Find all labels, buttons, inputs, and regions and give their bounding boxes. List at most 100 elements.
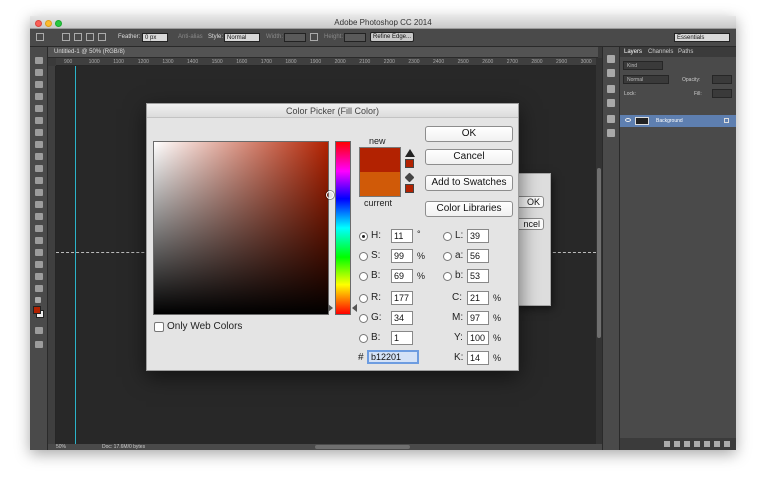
screen-mode-icon[interactable] (35, 341, 43, 348)
vertical-guide[interactable] (75, 66, 76, 444)
link-layers-icon[interactable] (664, 441, 670, 447)
red-input[interactable]: 177 (391, 291, 413, 305)
black-input[interactable]: 14 (467, 351, 489, 365)
magenta-input[interactable]: 97 (467, 311, 489, 325)
style-select[interactable]: Normal (224, 33, 260, 42)
new-selection-icon[interactable] (62, 33, 70, 41)
width-input[interactable] (284, 33, 306, 42)
saturation-input[interactable]: 99 (391, 249, 413, 263)
gradient-tool-icon[interactable] (35, 189, 43, 196)
lab-a-radio[interactable] (443, 252, 452, 261)
tab-layers[interactable]: Layers (624, 49, 642, 55)
quick-mask-icon[interactable] (35, 327, 43, 334)
actions-panel-icon[interactable] (607, 69, 615, 77)
new-layer-icon[interactable] (714, 441, 720, 447)
workspace-select[interactable]: Essentials (674, 33, 730, 42)
layer-row-background[interactable]: Background (620, 115, 736, 127)
swap-dimensions-icon[interactable] (310, 33, 318, 41)
hex-input[interactable]: b12201 (367, 350, 419, 364)
brightness-input[interactable]: 69 (391, 269, 413, 283)
lab-a-input[interactable]: 56 (467, 249, 489, 263)
pen-tool-icon[interactable] (35, 225, 43, 232)
color-libraries-button[interactable]: Color Libraries (425, 201, 513, 217)
rectangle-tool-icon[interactable] (35, 261, 43, 268)
add-to-swatches-button[interactable]: Add to Swatches (425, 175, 513, 191)
green-radio[interactable] (359, 314, 368, 323)
red-radio[interactable] (359, 294, 368, 303)
adjustment-layer-icon[interactable] (694, 441, 700, 447)
hue-slider-left-arrow-icon[interactable] (328, 304, 333, 312)
properties-panel-icon[interactable] (607, 115, 615, 123)
eyedropper-tool-icon[interactable] (35, 117, 43, 124)
lasso-tool-icon[interactable] (35, 81, 43, 88)
new-group-icon[interactable] (704, 441, 710, 447)
type-tool-icon[interactable] (35, 237, 43, 244)
cancel-button[interactable]: Cancel (425, 149, 513, 165)
lab-b-input[interactable]: 53 (467, 269, 489, 283)
eraser-tool-icon[interactable] (35, 177, 43, 184)
only-web-colors-checkbox[interactable] (154, 322, 164, 332)
vertical-scroll-thumb[interactable] (597, 168, 601, 338)
web-safe-cube-icon[interactable] (404, 172, 415, 183)
antialias-checkbox-label[interactable]: Anti-alias (178, 34, 203, 40)
default-colors-icon[interactable] (35, 297, 41, 303)
horizontal-scroll-thumb[interactable] (315, 445, 410, 449)
visibility-eye-icon[interactable] (625, 118, 631, 122)
blue-radio[interactable] (359, 334, 368, 343)
move-tool-icon[interactable] (35, 57, 43, 64)
hue-input[interactable]: 11 (391, 229, 413, 243)
hue-radio[interactable] (359, 232, 368, 241)
adjustments-panel-icon[interactable] (607, 85, 615, 93)
lock-icon[interactable] (724, 118, 729, 123)
refine-edge-button[interactable]: Refine Edge... (370, 32, 414, 42)
history-panel-icon[interactable] (607, 55, 615, 63)
filter-kind-select[interactable]: Kind (623, 61, 663, 70)
color-field[interactable] (153, 141, 334, 315)
background-dialog-cancel-button[interactable]: ncel (516, 218, 544, 230)
dodge-tool-icon[interactable] (35, 213, 43, 220)
add-selection-icon[interactable] (74, 33, 82, 41)
zoom-tool-icon[interactable] (35, 285, 43, 292)
saturation-radio[interactable] (359, 252, 368, 261)
blend-mode-select[interactable]: Normal (623, 75, 669, 84)
doc-info[interactable]: Doc: 17.6M/0 bytes (102, 444, 145, 450)
tab-channels[interactable]: Channels (648, 49, 673, 55)
green-input[interactable]: 34 (391, 311, 413, 325)
healing-brush-tool-icon[interactable] (35, 129, 43, 136)
current-color-swatch[interactable] (360, 172, 400, 196)
subtract-selection-icon[interactable] (86, 33, 94, 41)
lab-b-radio[interactable] (443, 272, 452, 281)
brush-tool-icon[interactable] (35, 141, 43, 148)
yellow-input[interactable]: 100 (467, 331, 489, 345)
foreground-color-swatch[interactable] (33, 306, 41, 314)
color-field-marker[interactable] (326, 191, 334, 199)
blur-tool-icon[interactable] (35, 201, 43, 208)
zoom-level[interactable]: 50% (56, 444, 66, 450)
cyan-input[interactable]: 21 (467, 291, 489, 305)
tab-paths[interactable]: Paths (678, 49, 693, 55)
only-web-colors-label[interactable]: Only Web Colors (167, 321, 242, 332)
hue-slider-right-arrow-icon[interactable] (352, 304, 357, 312)
intersect-selection-icon[interactable] (98, 33, 106, 41)
quick-selection-tool-icon[interactable] (35, 93, 43, 100)
layer-style-icon[interactable] (674, 441, 680, 447)
layer-name[interactable]: Background (656, 118, 683, 124)
hue-slider[interactable] (335, 141, 351, 315)
layer-mask-icon[interactable] (684, 441, 690, 447)
out-of-gamut-warning-icon[interactable] (405, 149, 415, 157)
opacity-input[interactable] (712, 75, 732, 84)
styles-panel-icon[interactable] (607, 99, 615, 107)
document-tab[interactable]: Untitled-1 @ 50% (RGB/8) (48, 47, 598, 58)
lab-l-input[interactable]: 39 (467, 229, 489, 243)
gamut-correction-swatch[interactable] (405, 159, 414, 168)
background-dialog-ok-button[interactable]: OK (516, 196, 544, 208)
path-selection-tool-icon[interactable] (35, 249, 43, 256)
crop-tool-icon[interactable] (35, 105, 43, 112)
blue-input[interactable]: 1 (391, 331, 413, 345)
hand-tool-icon[interactable] (35, 273, 43, 280)
history-brush-tool-icon[interactable] (35, 165, 43, 172)
marquee-tool-icon[interactable] (36, 33, 44, 41)
clone-stamp-tool-icon[interactable] (35, 153, 43, 160)
ok-button[interactable]: OK (425, 126, 513, 142)
fill-input[interactable] (712, 89, 732, 98)
